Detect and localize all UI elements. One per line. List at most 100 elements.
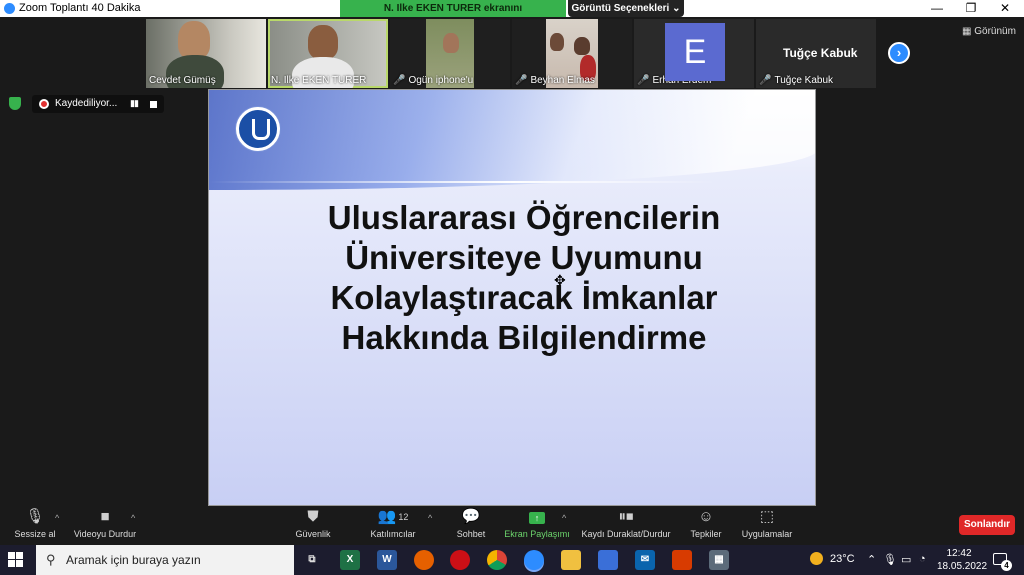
share-screen-button[interactable]: ↑ Ekran Paylaşımı	[504, 506, 570, 539]
excel-icon[interactable]: X	[340, 550, 360, 570]
slide-header-decoration	[209, 90, 815, 190]
participant-video	[574, 37, 590, 55]
weather-temperature[interactable]: 23°C	[830, 553, 855, 565]
window-title: Zoom Toplantı 40 Dakika	[19, 2, 141, 14]
reactions-button[interactable]: ☺ Tepkiler	[688, 506, 724, 539]
microphone-tray-icon[interactable]: 🎙	[883, 553, 897, 566]
slide-title-line: Kolaylaştıracak İmkanlar	[330, 279, 718, 316]
participants-count: 12	[398, 512, 409, 522]
participants-icon: 👥 12	[377, 508, 409, 525]
stop-recording-button[interactable]	[150, 101, 157, 108]
cursor-icon: ✥	[554, 272, 566, 288]
mute-button[interactable]: 🎙 Sessize al	[14, 506, 56, 539]
slide-title-line: Uluslararası Öğrencilerin	[327, 199, 721, 236]
zoom-logo-icon	[4, 3, 15, 14]
participant-display-name: Tuğçe Kabuk	[783, 46, 858, 60]
participants-button[interactable]: 👥 12 Katılımcılar	[368, 506, 418, 539]
slide-title-line: Üniversiteye Uyumunu	[345, 239, 703, 276]
participant-name: 🎤 Ogün iphone'u	[393, 75, 474, 86]
search-icon: ⚲	[46, 552, 56, 567]
file-explorer-icon[interactable]	[561, 550, 581, 570]
windows-start-icon[interactable]	[8, 552, 24, 568]
encryption-shield-icon[interactable]	[9, 97, 21, 110]
shield-icon: ⛊	[307, 508, 319, 525]
share-screen-label: Ekran Paylaşımı	[504, 529, 570, 539]
meeting-toolbar: 🎙 Sessize al ^ ■ Videoyu Durdur ^ ⛊ Güve…	[0, 506, 1024, 544]
opera-icon[interactable]	[450, 550, 470, 570]
slide-title-line: Hakkında Bilgilendirme	[341, 319, 707, 356]
end-meeting-button[interactable]: Sonlandır	[959, 515, 1015, 535]
office-icon[interactable]	[672, 550, 692, 570]
participant-name: N. Ilke EKEN TURER	[271, 75, 367, 86]
recording-label: Kaydediliyor...	[55, 98, 118, 109]
task-view-icon[interactable]: ⧉	[302, 550, 322, 570]
participant-name: Cevdet Gümüş	[149, 75, 216, 86]
calculator-icon[interactable]: ▦	[709, 550, 729, 570]
taskbar-search-box[interactable]: ⚲ Aramak için buraya yazın	[36, 545, 294, 575]
pause-stop-recording-button[interactable]: ⏸⏹ Kaydı Duraklat/Durdur	[579, 506, 673, 539]
chevron-right-icon: ›	[896, 45, 902, 60]
chat-button[interactable]: 💬 Sohbet	[452, 506, 490, 539]
wifi-icon[interactable]: ◔	[919, 553, 926, 565]
slide-divider	[209, 181, 717, 183]
apps-label: Uygulamalar	[741, 529, 793, 539]
taskbar-clock[interactable]: 12:42 18.05.2022	[937, 547, 988, 573]
notification-count-badge: 4	[1001, 560, 1012, 571]
view-toggle-label: Görünüm	[974, 26, 1016, 37]
mail-icon[interactable]: ✉	[635, 550, 655, 570]
view-toggle-button[interactable]: ▦ Görünüm	[962, 26, 1016, 37]
participant-tile-active-speaker[interactable]: N. Ilke EKEN TURER	[268, 19, 388, 88]
participant-tile[interactable]: 🎤 Beyhan Elmas	[512, 19, 632, 88]
weather-icon[interactable]	[810, 552, 823, 565]
mic-off-icon: 🎤	[637, 75, 650, 86]
search-placeholder: Aramak için buraya yazın	[66, 553, 201, 567]
shared-screen-slide: Uluslararası Öğrencilerin Üniversiteye U…	[208, 89, 816, 506]
university-logo-icon	[236, 107, 280, 151]
mic-off-icon: 🎤	[393, 75, 406, 86]
apps-icon: ⬚	[759, 508, 775, 525]
chevron-up-icon[interactable]: ⌃	[867, 553, 876, 566]
participant-name: 🎤 Tuğçe Kabuk	[759, 75, 834, 86]
security-label: Güvenlik	[295, 529, 331, 539]
stop-video-button[interactable]: ■ Videoyu Durdur	[72, 506, 138, 539]
participant-tile[interactable]: 🎤 Ogün iphone'u	[390, 19, 510, 88]
zoom-taskbar-icon[interactable]	[524, 550, 544, 570]
clock-time: 12:42	[946, 548, 972, 559]
chevron-down-icon: ⌄	[672, 3, 681, 14]
pause-stop-icon: ⏸⏹	[618, 508, 634, 525]
mute-label: Sessize al	[14, 529, 56, 539]
battery-icon[interactable]: ▭	[901, 553, 911, 566]
view-options-button[interactable]: Görüntü Seçenekleri ⌄	[568, 0, 684, 17]
grid-icon: ▦	[962, 26, 972, 37]
participant-video	[443, 33, 459, 53]
recording-dot-icon	[39, 99, 49, 109]
mic-off-icon: 🎤	[515, 75, 528, 86]
pause-recording-button[interactable]: ▮▮	[130, 98, 139, 109]
chat-label: Sohbet	[456, 529, 486, 539]
apps-button[interactable]: ⬚ Uygulamalar	[740, 506, 794, 539]
mic-off-icon: 🎤	[759, 75, 772, 86]
participant-tile[interactable]: Cevdet Gümüş	[146, 19, 266, 88]
share-options-chevron-icon[interactable]: ^	[562, 513, 566, 523]
slide-title: Uluslararası Öğrencilerin Üniversiteye U…	[229, 198, 815, 358]
chrome-icon[interactable]	[487, 550, 507, 570]
participant-video	[178, 21, 210, 59]
audio-options-chevron-icon[interactable]: ^	[55, 513, 59, 523]
record-controls-label: Kaydı Duraklat/Durdur	[581, 529, 671, 539]
reactions-label: Tepkiler	[690, 529, 722, 539]
recording-indicator: Kaydediliyor... ▮▮	[32, 95, 164, 113]
security-button[interactable]: ⛊ Güvenlik	[292, 506, 334, 539]
minimize-button[interactable]: —	[922, 0, 952, 17]
firefox-icon[interactable]	[414, 550, 434, 570]
participants-options-chevron-icon[interactable]: ^	[428, 513, 432, 523]
microsoft-store-icon[interactable]	[598, 550, 618, 570]
restore-button[interactable]: ❐	[956, 0, 986, 17]
close-button[interactable]: ✕	[990, 0, 1020, 17]
microphone-icon: 🎙	[25, 508, 45, 525]
clock-date: 18.05.2022	[937, 561, 988, 572]
screen-share-banner: N. Ilke EKEN TURER ekranını görüntülüyor…	[340, 0, 566, 31]
video-camera-icon: ■	[100, 508, 110, 525]
word-icon[interactable]: W	[377, 550, 397, 570]
video-options-chevron-icon[interactable]: ^	[131, 513, 135, 523]
next-page-button[interactable]: ›	[888, 42, 910, 64]
